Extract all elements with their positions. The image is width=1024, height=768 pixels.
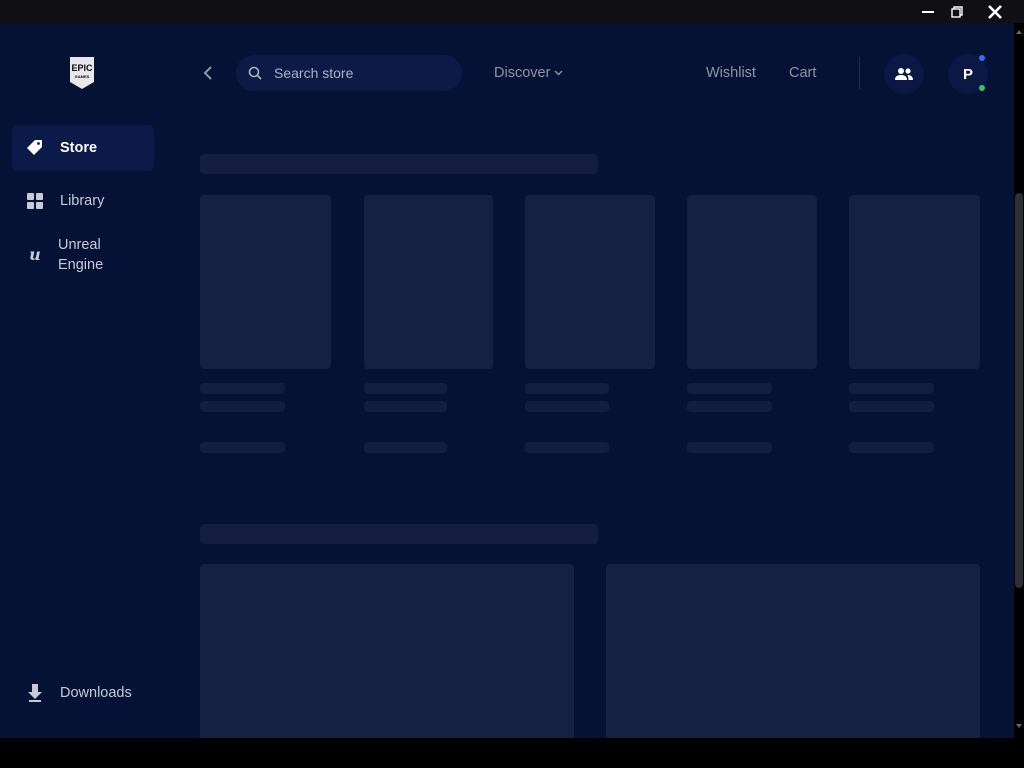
section-title-placeholder bbox=[200, 524, 598, 544]
download-icon bbox=[26, 684, 44, 702]
unreal-icon: u bbox=[26, 246, 44, 264]
cart-link[interactable]: Cart bbox=[789, 63, 816, 83]
sidebar-item-unreal-engine[interactable]: u Unreal Engine bbox=[12, 231, 154, 279]
game-card-placeholder bbox=[525, 195, 655, 369]
text-placeholder bbox=[849, 383, 934, 394]
price-placeholder bbox=[525, 442, 609, 453]
minimize-button[interactable] bbox=[913, 0, 943, 23]
friends-icon bbox=[895, 68, 913, 80]
grid-icon bbox=[26, 192, 44, 210]
taskbar-strip bbox=[0, 738, 1024, 768]
price-placeholder bbox=[200, 442, 285, 453]
sidebar-item-label: Unreal Engine bbox=[58, 237, 104, 273]
text-placeholder bbox=[364, 401, 447, 412]
text-placeholder bbox=[849, 401, 934, 412]
search-box[interactable] bbox=[236, 55, 462, 91]
game-card-placeholder bbox=[687, 195, 817, 369]
notification-badge bbox=[979, 55, 985, 61]
search-icon bbox=[248, 66, 262, 80]
price-placeholder bbox=[364, 442, 447, 453]
epic-logo-icon: EPIC GAMES bbox=[70, 57, 94, 89]
sidebar-item-label: Library bbox=[60, 193, 105, 209]
scrollbar-thumb[interactable] bbox=[1015, 193, 1023, 588]
wishlist-link[interactable]: Wishlist bbox=[706, 63, 756, 83]
search-input[interactable] bbox=[274, 55, 454, 91]
text-placeholder bbox=[364, 383, 447, 394]
close-icon bbox=[988, 4, 1002, 19]
window-title-bar bbox=[0, 0, 1024, 23]
header-divider bbox=[859, 57, 860, 89]
scroll-up-arrow-icon[interactable] bbox=[1016, 30, 1022, 34]
game-card-placeholder bbox=[364, 195, 493, 369]
sidebar-item-label: Store bbox=[60, 140, 98, 156]
tag-icon bbox=[26, 139, 44, 157]
epic-games-launcher: EPIC GAMES Store Library u Unreal Engine… bbox=[0, 23, 1014, 738]
scroll-down-arrow-icon[interactable] bbox=[1016, 724, 1022, 728]
sidebar-item-label: Downloads bbox=[60, 685, 132, 701]
text-placeholder bbox=[687, 401, 772, 412]
text-placeholder bbox=[200, 383, 285, 394]
svg-text:u: u bbox=[29, 246, 41, 264]
sidebar-item-downloads[interactable]: Downloads bbox=[12, 673, 154, 713]
svg-text:GAMES: GAMES bbox=[75, 74, 90, 79]
close-button[interactable] bbox=[980, 0, 1010, 23]
back-button[interactable] bbox=[198, 63, 218, 83]
discover-label: Discover bbox=[494, 65, 551, 81]
game-card-placeholder bbox=[849, 195, 980, 369]
epic-games-logo[interactable]: EPIC GAMES bbox=[68, 57, 96, 89]
svg-text:EPIC: EPIC bbox=[71, 63, 93, 73]
text-placeholder bbox=[525, 401, 609, 412]
sidebar-item-store[interactable]: Store bbox=[12, 125, 154, 171]
text-placeholder bbox=[200, 401, 285, 412]
chevron-left-icon bbox=[203, 66, 212, 80]
restore-button[interactable] bbox=[942, 0, 972, 23]
friends-button[interactable] bbox=[884, 54, 924, 94]
price-placeholder bbox=[687, 442, 772, 453]
text-placeholder bbox=[687, 383, 772, 394]
game-card-placeholder bbox=[200, 195, 331, 369]
chevron-down-icon bbox=[554, 70, 563, 76]
online-status-indicator bbox=[979, 85, 985, 91]
feature-card-placeholder bbox=[200, 564, 574, 738]
feature-card-placeholder bbox=[606, 564, 980, 738]
discover-dropdown[interactable]: Discover bbox=[494, 63, 563, 83]
minimize-icon bbox=[922, 10, 934, 13]
text-placeholder bbox=[525, 383, 609, 394]
sidebar-item-library[interactable]: Library bbox=[12, 181, 154, 221]
section-title-placeholder bbox=[200, 154, 598, 174]
price-placeholder bbox=[849, 442, 934, 453]
restore-icon bbox=[951, 5, 963, 18]
